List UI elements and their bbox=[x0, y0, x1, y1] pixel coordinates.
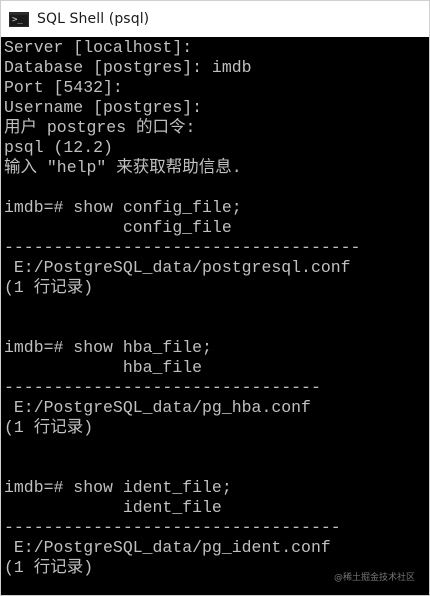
console-line: -------------------------------- bbox=[4, 378, 321, 397]
watermark: @稀土掘金技术社区 bbox=[333, 573, 415, 583]
console-line: E:/PostgreSQL_data/postgresql.conf bbox=[4, 258, 351, 277]
console-line: (1 行记录) bbox=[4, 278, 94, 297]
console-app-icon: >_ bbox=[9, 11, 29, 27]
console-line: psql (12.2) bbox=[4, 138, 113, 157]
console-line: E:/PostgreSQL_data/pg_hba.conf bbox=[4, 398, 311, 417]
console-line: E:/PostgreSQL_data/pg_ident.conf bbox=[4, 538, 331, 557]
console-line: ------------------------------------ bbox=[4, 238, 361, 257]
console-line: hba_file bbox=[4, 358, 203, 377]
console-line: config_file bbox=[4, 218, 232, 237]
console-output[interactable]: Server [localhost]: Database [postgres]: … bbox=[1, 37, 429, 595]
sql-shell-window: >_ SQL Shell (psql) Server [localhost]: D… bbox=[0, 0, 430, 596]
console-lines: Server [localhost]: Database [postgres]: … bbox=[4, 38, 360, 578]
console-line: Server [localhost]: bbox=[4, 38, 193, 57]
console-line: Port [5432]: bbox=[4, 78, 123, 97]
title-bar[interactable]: >_ SQL Shell (psql) bbox=[1, 1, 429, 37]
console-line: ident_file bbox=[4, 498, 222, 517]
window-title: SQL Shell (psql) bbox=[37, 11, 150, 27]
console-line: imdb=# show config_file; bbox=[4, 198, 242, 217]
console-line: 用户 postgres 的口令: bbox=[4, 118, 196, 137]
console-line: Username [postgres]: bbox=[4, 98, 203, 117]
console-line: (1 行记录) bbox=[4, 418, 94, 437]
console-line: 输入 "help" 来获取帮助信息. bbox=[4, 158, 242, 177]
console-line: ---------------------------------- bbox=[4, 518, 341, 537]
console-line: (1 行记录) bbox=[4, 558, 94, 577]
console-line: Database [postgres]: imdb bbox=[4, 58, 252, 77]
console-line: imdb=# show hba_file; bbox=[4, 338, 212, 357]
console-line: imdb=# show ident_file; bbox=[4, 478, 232, 497]
